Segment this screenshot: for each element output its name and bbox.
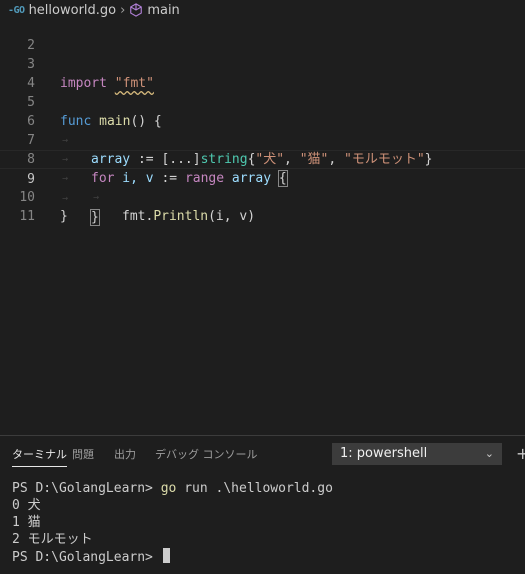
prompt: PS D:\GolangLearn> [12, 550, 161, 565]
function-call: Println [153, 209, 209, 224]
arguments: (i, v) [208, 209, 256, 224]
go-file-icon: -GO [8, 4, 25, 16]
tab-output[interactable]: 出力 [114, 446, 136, 462]
terminal-line: 0 犬 [12, 498, 41, 513]
code-line: 7 → for i, v := range array { [0, 112, 525, 187]
code-editor[interactable]: 2 3 import "fmt" 4 5 func main() { 6 → a… [0, 20, 525, 435]
terminal-select[interactable]: 1: powershell ⌄ [332, 443, 502, 465]
terminal-line: 1 猫 [12, 515, 41, 530]
prompt: PS D:\GolangLearn> [12, 481, 161, 496]
breadcrumb-file[interactable]: helloworld.go [29, 3, 117, 18]
code-line: 10 } [0, 169, 525, 224]
code-line: 4 [0, 55, 525, 91]
bottom-panel: ターミナル 問題 出力 デバッグ コンソール 1: powershell ⌄ +… [0, 435, 525, 574]
line-number: 11 [19, 209, 35, 224]
code-line: 5 func main() { [0, 74, 525, 129]
tab-terminal[interactable]: ターミナル [12, 446, 67, 467]
current-code-line: 9 → } [0, 150, 525, 226]
chevron-right-icon: › [120, 2, 126, 18]
terminal-select-value: 1: powershell [340, 446, 428, 461]
package-name: fmt [122, 209, 146, 224]
terminal-line: 2 モルモット [12, 532, 93, 547]
command: go [160, 481, 177, 496]
matching-bracket: } [90, 209, 100, 226]
tab-problems[interactable]: 問題 [72, 446, 94, 462]
new-terminal-icon[interactable]: + [516, 444, 525, 463]
panel-tabs: ターミナル 問題 出力 デバッグ コンソール 1: powershell ⌄ + [0, 436, 525, 472]
code-line: 11 [0, 188, 525, 224]
tab-debug-console[interactable]: デバッグ コンソール [155, 446, 258, 462]
code-line: 8 → → fmt.Println(i, v) [0, 131, 525, 224]
code-line: 2 [0, 17, 525, 53]
chevron-down-icon: ⌄ [484, 447, 494, 460]
punctuation: } [60, 209, 68, 224]
code-line: 3 import "fmt" [0, 36, 525, 91]
code-line: 6 → array := [...]string{"犬", "猫", "モルモッ… [0, 93, 525, 167]
symbol-method-icon [129, 3, 143, 17]
terminal-line: PS D:\GolangLearn> go run .\helloworld.g… [12, 480, 333, 497]
command-args: run .\helloworld.go [176, 481, 333, 496]
terminal-line: PS D:\GolangLearn> [12, 548, 170, 565]
terminal-cursor [162, 548, 170, 563]
breadcrumb-symbol[interactable]: main [147, 3, 179, 18]
